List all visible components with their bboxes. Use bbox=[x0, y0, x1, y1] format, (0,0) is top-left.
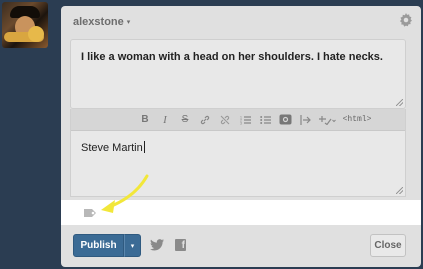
username[interactable]: alexstone bbox=[73, 16, 124, 28]
text-cursor bbox=[143, 141, 145, 153]
numbered-list-icon: 123 bbox=[240, 115, 251, 125]
facebook-icon[interactable]: f bbox=[175, 239, 186, 251]
title-field[interactable]: I like a woman with a head on her should… bbox=[70, 39, 406, 109]
unlink-button[interactable] bbox=[215, 109, 235, 131]
avatar[interactable] bbox=[2, 2, 48, 48]
bulleted-list-button[interactable] bbox=[255, 109, 275, 131]
unlink-icon bbox=[220, 115, 230, 124]
svg-text:3: 3 bbox=[240, 121, 242, 125]
link-button[interactable] bbox=[195, 109, 215, 131]
chevron-down-icon[interactable]: ▾ bbox=[127, 18, 131, 26]
spellcheck-button[interactable] bbox=[315, 109, 339, 131]
close-button[interactable]: Close bbox=[370, 234, 406, 257]
post-editor: alexstone ▾ I like a woman with a head o… bbox=[61, 6, 421, 267]
post-title-text: I like a woman with a head on her should… bbox=[81, 51, 383, 63]
italic-button[interactable]: I bbox=[155, 109, 175, 131]
post-body-text: Steve Martin bbox=[81, 141, 145, 154]
insert-image-button[interactable] bbox=[275, 109, 295, 131]
gear-icon[interactable] bbox=[399, 13, 413, 27]
twitter-icon[interactable] bbox=[150, 239, 164, 251]
read-more-button[interactable] bbox=[295, 109, 315, 131]
spellcheck-icon bbox=[319, 115, 336, 125]
post-body-value: Steve Martin bbox=[81, 142, 143, 154]
formatting-toolbar: B I S 123 <html> bbox=[71, 109, 405, 131]
read-more-icon bbox=[299, 114, 311, 125]
chevron-down-icon: ▾ bbox=[130, 242, 135, 250]
blog-selector[interactable]: alexstone ▾ bbox=[73, 15, 130, 29]
strikethrough-button[interactable]: S bbox=[175, 109, 195, 131]
publish-button[interactable]: Publish bbox=[73, 234, 124, 257]
html-mode-button[interactable]: <html> bbox=[339, 109, 375, 131]
avatar-trumpet-bell bbox=[28, 26, 44, 42]
editor-footer: Publish ▾ f Close bbox=[61, 231, 421, 263]
image-icon bbox=[279, 114, 291, 125]
bulleted-list-icon bbox=[259, 115, 271, 124]
numbered-list-button[interactable]: 123 bbox=[235, 109, 255, 131]
body-resize-handle[interactable] bbox=[396, 187, 403, 194]
resize-handle[interactable] bbox=[396, 99, 403, 106]
annotation-arrow bbox=[101, 174, 149, 213]
link-icon bbox=[200, 115, 210, 124]
publish-options-button[interactable]: ▾ bbox=[124, 234, 141, 257]
bold-button[interactable]: B bbox=[135, 109, 155, 131]
